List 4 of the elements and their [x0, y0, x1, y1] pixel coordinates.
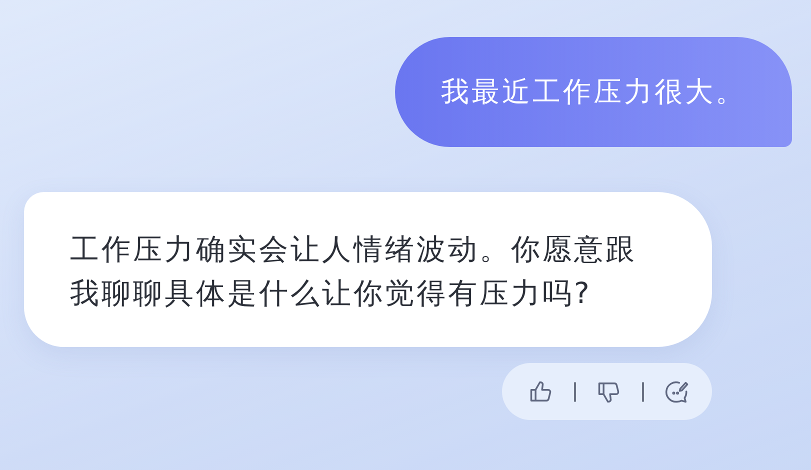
assistant-message: 工作压力确实会让人情绪波动。你愿意跟我聊聊具体是什么让你觉得有压力吗? [24, 192, 712, 347]
user-message: 我最近工作压力很大。 [395, 37, 792, 147]
chat-pencil-icon[interactable] [664, 378, 690, 404]
thumbs-up-icon[interactable] [528, 378, 554, 404]
